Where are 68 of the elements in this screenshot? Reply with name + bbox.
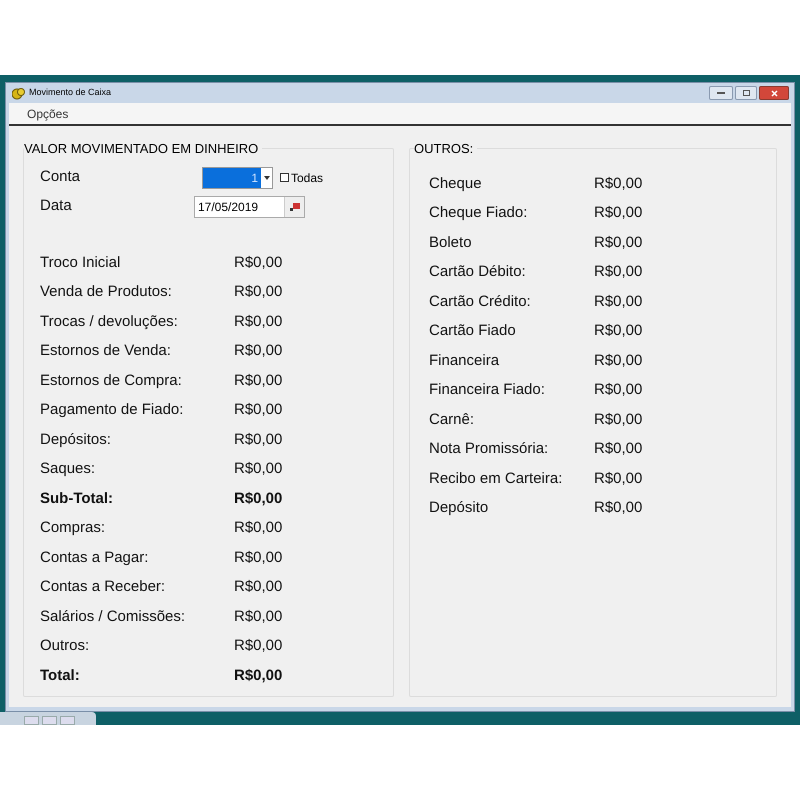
row-label: Trocas / devoluções: (40, 312, 179, 332)
amount-value: R$0,00 (594, 232, 642, 252)
row-label: Recibo em Carteira: (429, 468, 564, 488)
row-label: Cheque (429, 174, 483, 194)
row-label: Financeira Fiado: (429, 380, 546, 400)
amount-value: R$0,00 (234, 577, 282, 597)
amount-value: R$0,00 (234, 548, 282, 568)
row-label: Cartão Crédito: (429, 292, 532, 312)
amount-value: R$0,00 (234, 488, 282, 508)
amount-value: R$0,00 (234, 341, 282, 361)
row-label: Cheque Fiado: (429, 203, 528, 223)
amount-value: R$0,00 (234, 312, 282, 332)
amount-value: R$0,00 (594, 498, 642, 518)
row-label: Total: (40, 666, 81, 686)
amount-value: R$0,00 (594, 262, 642, 282)
date-field[interactable]: 17/05/2019 (194, 196, 305, 218)
row-label: Contas a Receber: (40, 577, 166, 597)
row-label: Venda de Produtos: (40, 282, 173, 302)
row-label: Compras: (40, 518, 106, 538)
row-label: Outros: (40, 636, 90, 656)
row-label: Depósitos: (40, 430, 112, 450)
amount-value: R$0,00 (234, 400, 282, 420)
row-label: Estornos de Compra: (40, 370, 183, 390)
amount-value: R$0,00 (594, 380, 642, 400)
close-button[interactable] (759, 86, 789, 100)
amount-value: R$0,00 (594, 321, 642, 341)
row-label: Pagamento de Fiado: (40, 400, 184, 420)
menu-item[interactable]: Opções (27, 104, 68, 122)
row-label: Contas a Pagar: (40, 548, 150, 568)
minimize-button[interactable] (709, 86, 733, 100)
amount-value: R$0,00 (594, 174, 642, 194)
row-label: Saques: (40, 459, 96, 479)
amount-value: R$0,00 (594, 350, 642, 370)
window-title: Movimento de Caixa (29, 86, 112, 100)
row-label: Nota Promissória: (429, 439, 550, 459)
app-icon (12, 86, 25, 100)
row-label: Financeira (429, 350, 500, 370)
row-label: Salários / Comissões: (40, 606, 186, 626)
amount-value: R$0,00 (234, 370, 282, 390)
checkbox[interactable] (280, 173, 289, 182)
account-dropdown[interactable]: 1 (202, 166, 273, 188)
amount-value: R$0,00 (594, 410, 642, 430)
amount-value: R$0,00 (234, 518, 282, 538)
row-label: Carnê: (429, 410, 476, 430)
checkbox-label: Todas (291, 170, 324, 186)
caret-icon[interactable] (264, 176, 270, 180)
amount-value: R$0,00 (234, 459, 282, 479)
maximize-button[interactable] (735, 86, 757, 100)
amount-value: R$0,00 (234, 666, 282, 686)
row-label: Sub-Total: (40, 488, 114, 508)
amount-value: R$0,00 (234, 282, 282, 302)
amount-value: R$0,00 (234, 430, 282, 450)
field-label: Data (40, 196, 73, 216)
row-label: Boleto (429, 232, 473, 252)
amount-value: R$0,00 (594, 468, 642, 488)
row-label: Cartão Fiado (429, 321, 517, 341)
amount-value: R$0,00 (594, 292, 642, 312)
amount-value: R$0,00 (234, 636, 282, 656)
amount-value: R$0,00 (234, 252, 282, 272)
row-label: Depósito (429, 498, 490, 518)
amount-value: R$0,00 (594, 439, 642, 459)
amount-value: R$0,00 (594, 203, 642, 223)
amount-value: R$0,00 (234, 606, 282, 626)
field-label: Conta (40, 167, 82, 188)
row-label: Cartão Débito: (429, 262, 527, 282)
row-label: Estornos de Venda: (40, 341, 172, 361)
calendar-icon[interactable] (284, 196, 304, 216)
row-label: Troco Inicial (40, 252, 122, 272)
